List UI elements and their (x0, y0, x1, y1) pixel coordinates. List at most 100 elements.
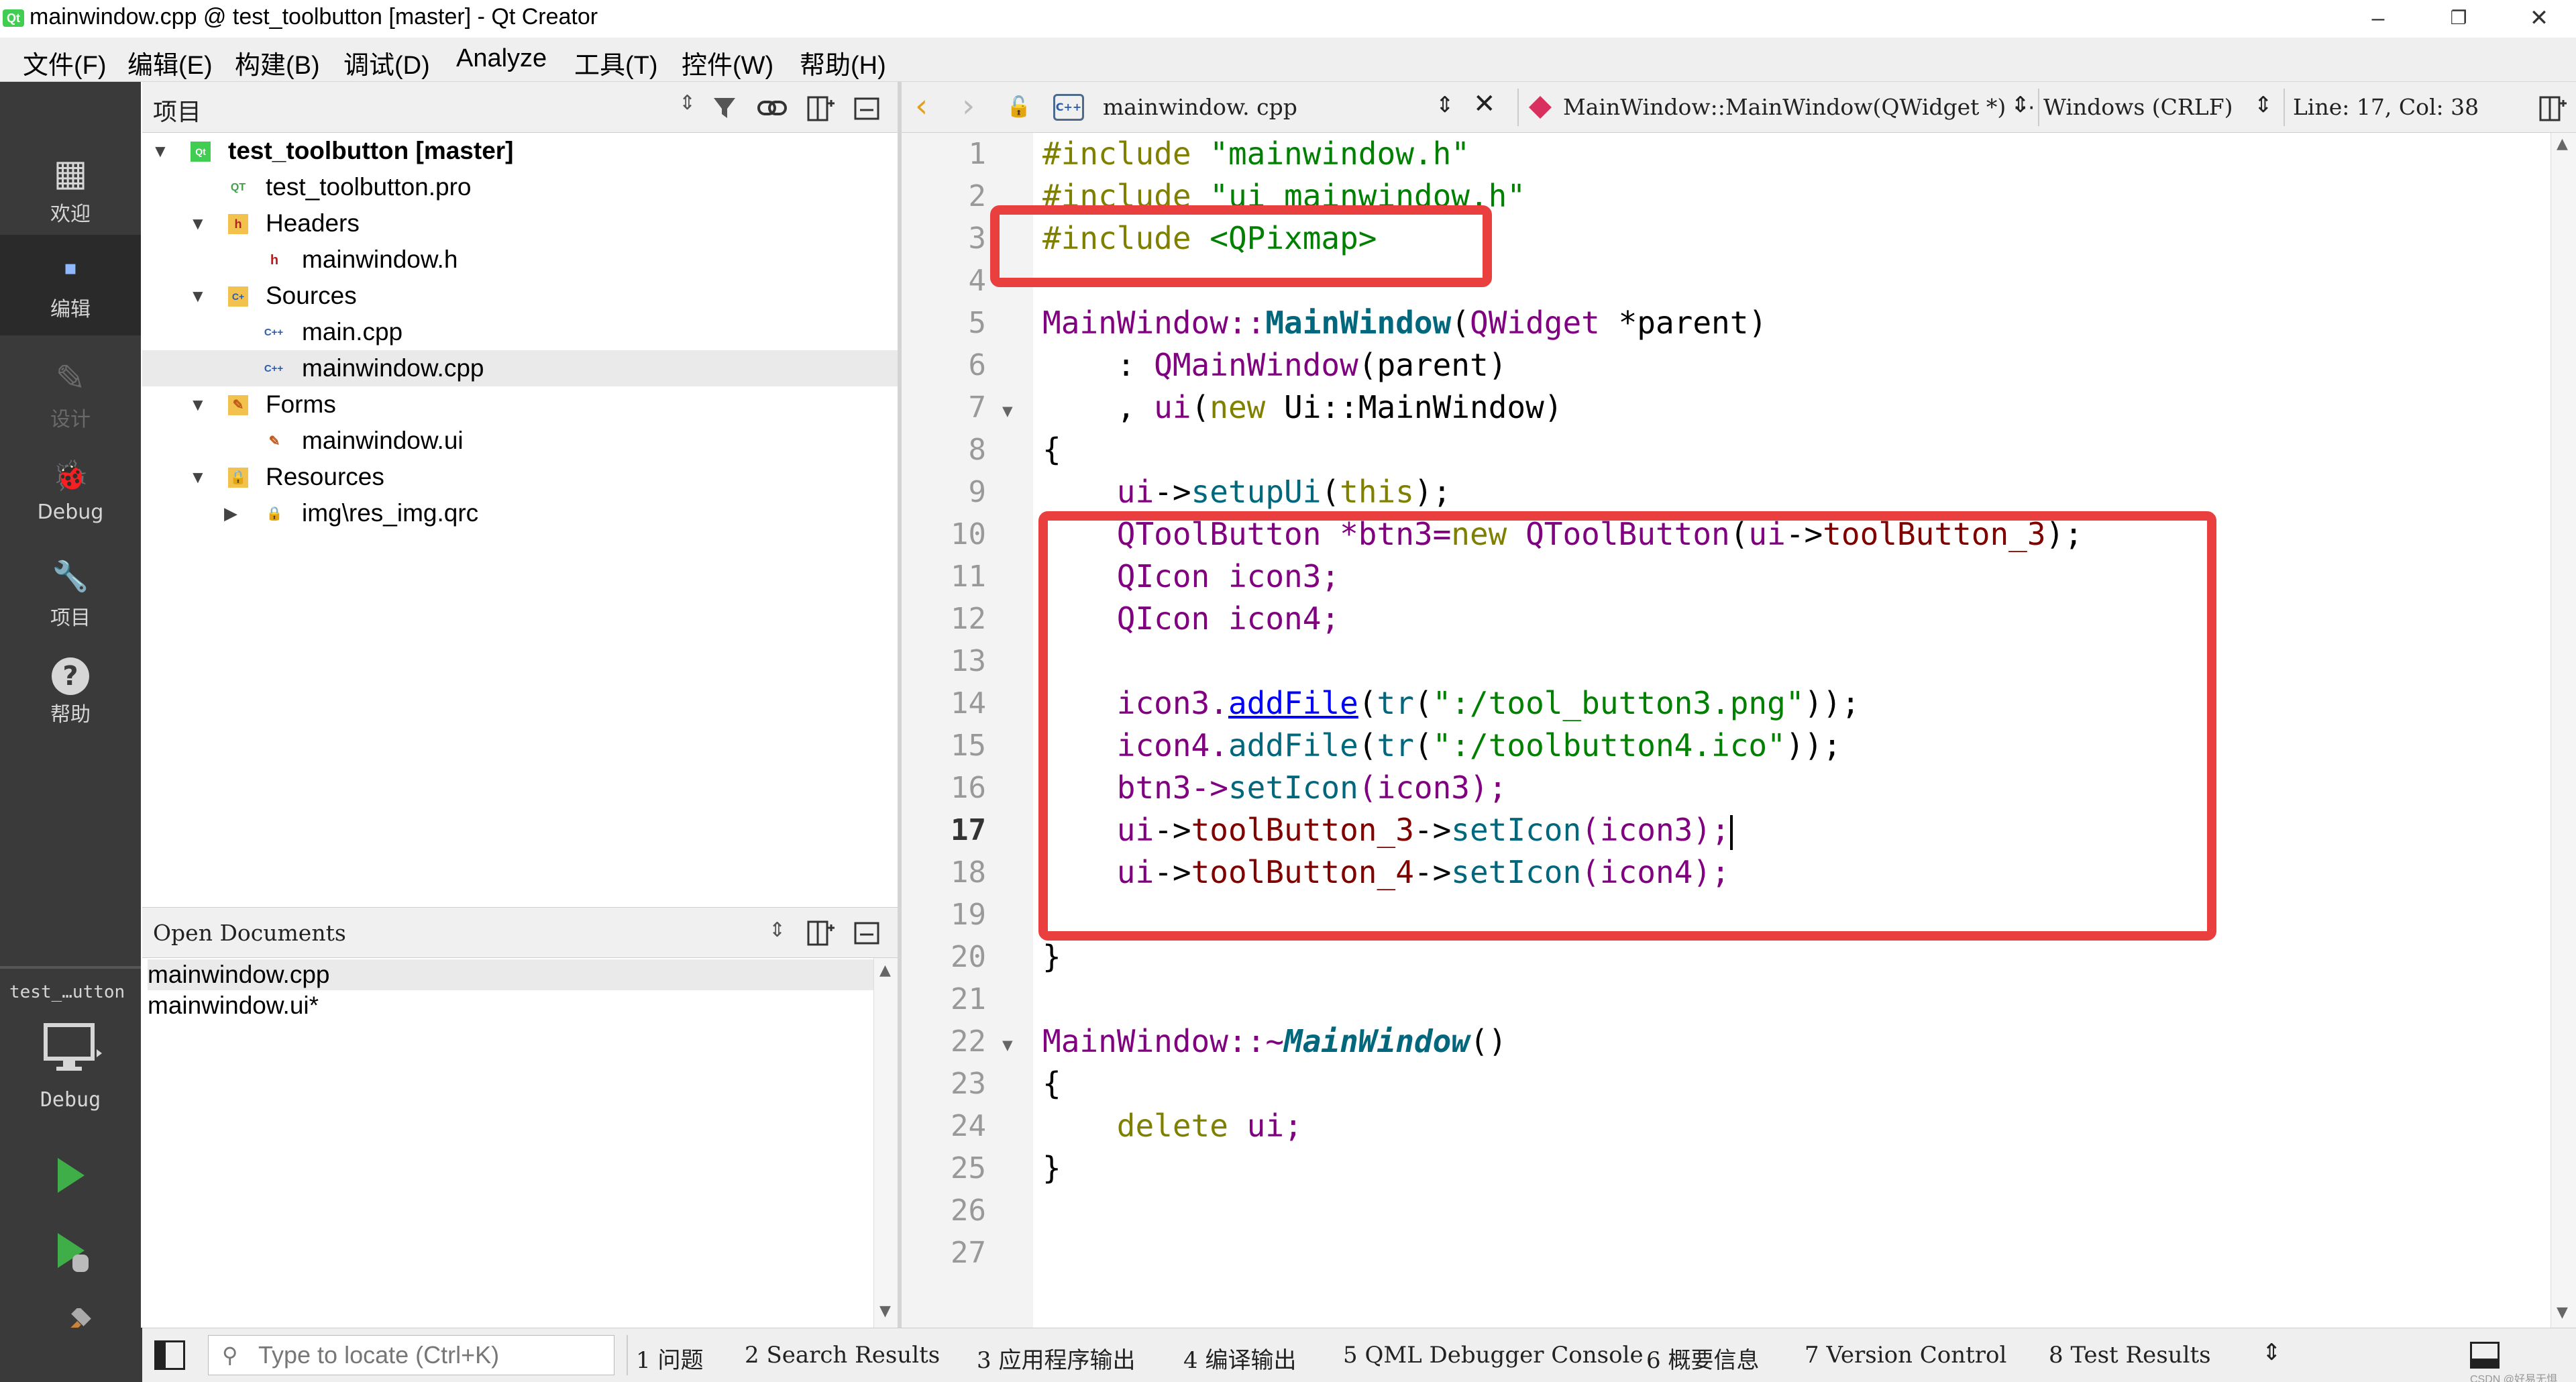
tree-item-label: main.cpp (302, 318, 403, 346)
mode-debug[interactable]: 🐞 Debug (0, 455, 141, 524)
filter-icon[interactable] (712, 95, 742, 122)
tree-item-mainwindow-ui[interactable]: ✎ mainwindow.ui (142, 423, 898, 459)
tree-item-pro-file[interactable]: QT test_toolbutton.pro (142, 169, 898, 205)
mode-projects[interactable]: 🔧 项目 (0, 555, 141, 631)
design-pencil-icon: ✎ (55, 357, 86, 399)
mode-welcome[interactable]: ▦ 欢迎 (0, 152, 141, 227)
close-panel-icon[interactable] (853, 921, 880, 945)
tab-compile-output[interactable]: 4 编译输出 (1183, 1342, 1296, 1375)
editor-scrollbar[interactable]: ▲ ▼ (2551, 133, 2576, 1328)
fold-marker-icon[interactable]: ▼ (1002, 401, 1013, 421)
fold-marker-icon[interactable]: ▼ (1002, 1035, 1013, 1055)
tree-item-headers[interactable]: ▼ h Headers (142, 205, 898, 242)
tree-item-main-cpp[interactable]: C++ main.cpp (142, 314, 898, 350)
view-switch-icon[interactable]: ⇕ (679, 91, 696, 115)
code-token: (parent) (1358, 347, 1507, 383)
split-icon[interactable] (806, 95, 836, 122)
code-line: } (1042, 939, 1061, 975)
scroll-up-icon[interactable]: ▲ (879, 962, 891, 979)
view-switch-icon[interactable]: ⇕ (769, 918, 786, 942)
minimize-button[interactable]: – (2341, 0, 2415, 38)
mode-edit[interactable]: ▪ 编辑 (0, 235, 141, 335)
close-panel-icon[interactable] (853, 97, 880, 121)
split-icon[interactable] (806, 920, 836, 947)
split-editor-icon[interactable] (2538, 95, 2568, 122)
restore-button[interactable]: ❐ (2422, 0, 2496, 38)
run-button[interactable] (54, 1155, 87, 1195)
menu-help[interactable]: 帮助(H) (800, 44, 886, 81)
tab-qml-debugger[interactable]: 5 QML Debugger Console (1343, 1342, 1644, 1369)
toggle-sidebar-icon[interactable] (154, 1340, 185, 1370)
tree-item-label: Headers (266, 209, 360, 237)
qt-logo-icon: Qt (3, 9, 24, 27)
line-endings-dropdown-icon[interactable]: ⇕ (2254, 91, 2273, 117)
tree-item-sources[interactable]: ▼ C+ Sources (142, 278, 898, 314)
toggle-output-icon[interactable] (2470, 1342, 2500, 1369)
tab-application-output[interactable]: 3 应用程序输出 (977, 1342, 1135, 1375)
headers-folder-icon: h (228, 214, 248, 234)
menu-analyze[interactable]: Analyze (456, 44, 547, 73)
tree-item-label: Resources (266, 463, 384, 490)
menu-tools[interactable]: 工具(T) (574, 44, 658, 81)
tree-item-mainwindow-cpp[interactable]: C++ mainwindow.cpp (142, 350, 898, 386)
symbol-dropdown-icon[interactable]: ⇕ (2011, 91, 2030, 117)
open-documents-title: Open Documents (153, 920, 346, 946)
cursor-position[interactable]: Line: 17, Col: 38 (2293, 94, 2479, 120)
scroll-down-icon[interactable]: ▼ (879, 1303, 891, 1320)
divider (2284, 89, 2285, 126)
close-file-icon[interactable]: ✕ (1473, 89, 1496, 119)
kit-selector[interactable]: Debug (0, 1016, 141, 1136)
back-arrow-icon[interactable]: ‹ (915, 87, 928, 125)
tab-version-control[interactable]: 7 Version Control (1805, 1342, 2006, 1369)
close-button[interactable]: ✕ (2502, 0, 2576, 38)
tree-item-mainwindow-h[interactable]: h mainwindow.h (142, 242, 898, 278)
more-tabs-icon[interactable]: ⇕ (2262, 1339, 2282, 1366)
open-document-item[interactable]: mainwindow.cpp (148, 959, 873, 990)
code-token: *parent) (1599, 305, 1768, 341)
scroll-down-icon[interactable]: ▼ (2557, 1304, 2568, 1321)
mode-help[interactable]: ? 帮助 (0, 655, 141, 727)
line-number: 14 (951, 686, 986, 721)
symbol-selector[interactable]: MainWindow::MainWindow(QWidget *) ⋯ (1563, 94, 2035, 120)
line-number-current: 17 (951, 813, 986, 847)
tree-item-forms[interactable]: ▼ ✎ Forms (142, 386, 898, 423)
line-number: 13 (951, 644, 986, 678)
menu-widgets[interactable]: 控件(W) (682, 44, 773, 81)
cpp-file-icon: C++ (264, 327, 284, 338)
tab-test-results[interactable]: 8 Test Results (2049, 1342, 2211, 1369)
file-dropdown-icon[interactable]: ⇕ (1436, 91, 1454, 117)
menu-file[interactable]: 文件(F) (23, 44, 107, 81)
menu-build[interactable]: 构建(B) (235, 44, 320, 81)
line-number: 15 (951, 729, 986, 763)
tree-item-res-img-qrc[interactable]: ▶ 🔒 img\res_img.qrc (142, 495, 898, 531)
tab-issues[interactable]: 1 问题 (636, 1342, 703, 1375)
tree-item-label: img\res_img.qrc (302, 499, 479, 527)
mode-design[interactable]: ✎ 设计 (0, 357, 141, 432)
tree-item-project-root[interactable]: ▼ Qt test_toolbutton [master] (142, 133, 898, 169)
code-token: delete (1116, 1108, 1228, 1144)
menu-debug[interactable]: 调试(D) (343, 44, 430, 81)
project-panel-header: 项目 ⇕ (142, 82, 898, 133)
line-endings-selector[interactable]: Windows (CRLF) (2043, 94, 2233, 120)
tab-overview[interactable]: 6 概要信息 (1646, 1342, 1759, 1375)
output-block (2472, 1359, 2498, 1367)
locator-placeholder: Type to locate (Ctrl+K) (258, 1341, 500, 1369)
tree-item-label: Sources (266, 282, 357, 309)
tab-search-results[interactable]: 2 Search Results (745, 1342, 940, 1369)
code-token: , (1042, 389, 1155, 425)
open-document-item[interactable]: mainwindow.ui* (148, 990, 873, 1021)
current-file-selector[interactable]: mainwindow. cpp (1103, 94, 1297, 120)
open-documents-scrollbar[interactable]: ▲ ▼ (873, 958, 898, 1328)
tree-item-resources[interactable]: ▼ 🔒 Resources (142, 459, 898, 495)
scroll-up-icon[interactable]: ▲ (2557, 136, 2568, 152)
forward-arrow-icon[interactable]: › (962, 87, 975, 125)
mode-label: 项目 (50, 606, 91, 630)
locator-input[interactable]: ⚲ Type to locate (Ctrl+K) (208, 1335, 614, 1375)
expanded-arrow-icon: ▼ (189, 213, 207, 233)
line-number: 19 (951, 898, 986, 932)
menu-edit[interactable]: 编辑(E) (127, 44, 213, 81)
code-token: ( (1321, 474, 1340, 510)
link-icon[interactable] (757, 97, 788, 119)
code-token: -> (1154, 474, 1191, 510)
debug-run-button[interactable] (54, 1230, 94, 1275)
